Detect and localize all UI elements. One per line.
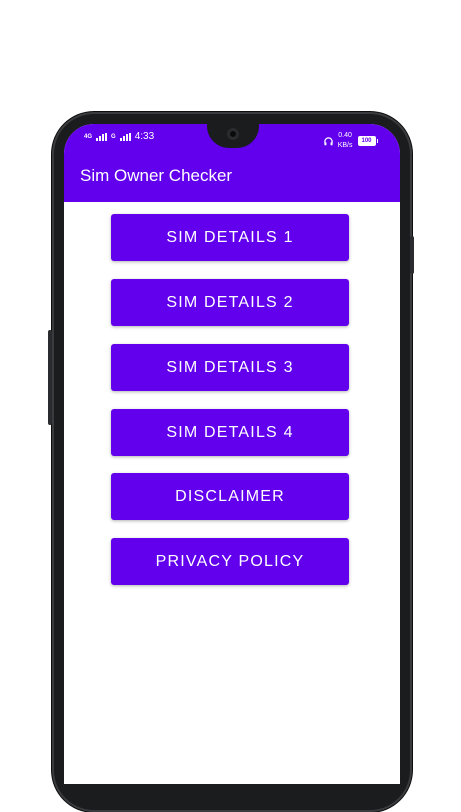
- phone-power-button: [48, 330, 52, 425]
- signal-1-icon: [96, 133, 108, 141]
- front-camera-notch: [207, 124, 259, 148]
- sim-details-3-button[interactable]: SIM DETAILS 3: [111, 344, 349, 391]
- status-left: 4G G 4:33: [84, 131, 154, 143]
- status-right: 0.40 KB/s 100: [323, 131, 378, 151]
- disclaimer-button[interactable]: DISCLAIMER: [111, 473, 349, 520]
- headphones-icon: [323, 136, 333, 145]
- sim-details-4-button[interactable]: SIM DETAILS 4: [111, 409, 349, 456]
- app-title: Sim Owner Checker: [80, 166, 233, 185]
- sim-details-2-button[interactable]: SIM DETAILS 2: [111, 279, 349, 326]
- battery-icon: 100: [357, 136, 378, 146]
- status-time: 4:33: [134, 131, 155, 142]
- phone-volume-button: [410, 236, 414, 274]
- sim-details-1-button[interactable]: SIM DETAILS 1: [111, 214, 349, 261]
- status-bar: 4G G 4:33 0.40 KB/s 100: [64, 124, 400, 150]
- network-type-1: 4G: [84, 134, 93, 140]
- network-type-2: G: [111, 134, 116, 140]
- signal-2-icon: [119, 133, 131, 141]
- network-speed: 0.40 KB/s: [338, 131, 353, 151]
- phone-screen: 4G G 4:33 0.40 KB/s 100 Sim Owner Checke…: [64, 124, 400, 784]
- privacy-policy-button[interactable]: PRIVACY POLICY: [111, 538, 349, 585]
- battery-level: 100: [357, 136, 376, 146]
- front-camera-icon: [227, 128, 239, 140]
- network-speed-value: 0.40: [338, 132, 352, 139]
- app-bar: Sim Owner Checker: [64, 150, 400, 202]
